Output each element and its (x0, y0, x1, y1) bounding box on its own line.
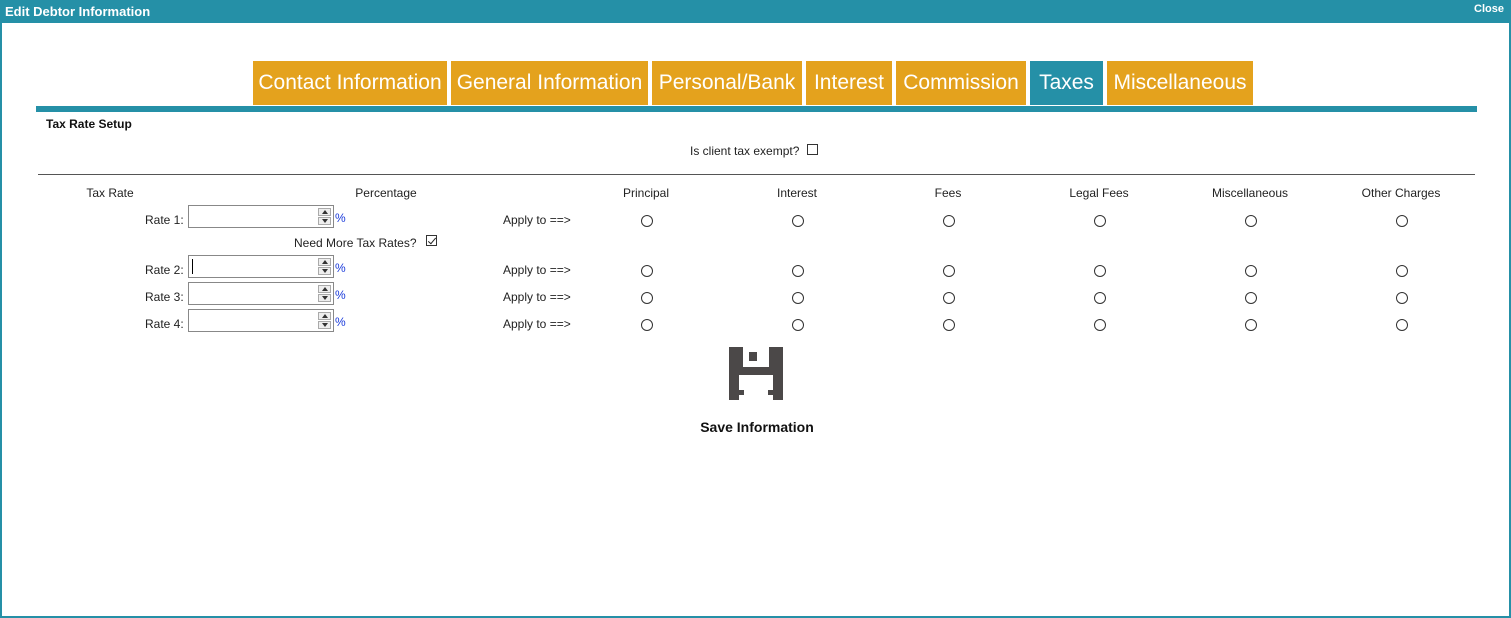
title-bar: Edit Debtor Information Close (2, 0, 1511, 23)
spin-down-icon[interactable] (318, 321, 331, 329)
rate-1-other-charges-radio[interactable] (1396, 215, 1408, 227)
header-tax-rate: Tax Rate (86, 186, 134, 200)
rate-1-miscellaneous-radio[interactable] (1245, 215, 1257, 227)
spin-up-icon[interactable] (318, 208, 331, 216)
rate-4-interest-radio[interactable] (792, 319, 804, 331)
rate-3-fees-radio[interactable] (943, 292, 955, 304)
rate-2-interest-radio[interactable] (792, 265, 804, 277)
text-cursor (192, 259, 193, 274)
rate-4-input[interactable] (188, 309, 334, 332)
tab-commission[interactable]: Commission (896, 61, 1026, 105)
rate-3-unit: % (335, 288, 346, 302)
window-title: Edit Debtor Information (5, 4, 151, 19)
tab-personal-bank[interactable]: Personal/Bank (652, 61, 802, 105)
rate-1-stepper[interactable] (318, 208, 331, 225)
rate-3-apply-label: Apply to ==> (503, 290, 571, 304)
spin-up-icon[interactable] (318, 285, 331, 293)
tab-contact-information[interactable]: Contact Information (253, 61, 447, 105)
rate-2-miscellaneous-radio[interactable] (1245, 265, 1257, 277)
tab-underline (36, 106, 1477, 112)
header-other-charges: Other Charges (1361, 186, 1441, 200)
header-principal: Principal (622, 186, 670, 200)
rate-3-legal-fees-radio[interactable] (1094, 292, 1106, 304)
close-button[interactable]: Close (1474, 3, 1504, 15)
rate-1-unit: % (335, 211, 346, 225)
rate-1-apply-label: Apply to ==> (503, 213, 571, 227)
spin-down-icon[interactable] (318, 294, 331, 302)
tab-general-information[interactable]: General Information (451, 61, 648, 105)
rate-4-unit: % (335, 315, 346, 329)
rate-1-principal-radio[interactable] (641, 215, 653, 227)
rate-1-fees-radio[interactable] (943, 215, 955, 227)
tab-interest[interactable]: Interest (806, 61, 892, 105)
rate-3-principal-radio[interactable] (641, 292, 653, 304)
rate-3-input[interactable] (188, 282, 334, 305)
rate-4-apply-label: Apply to ==> (503, 317, 571, 331)
spin-up-icon[interactable] (318, 258, 331, 266)
rate-3-stepper[interactable] (318, 285, 331, 302)
rate-2-other-charges-radio[interactable] (1396, 265, 1408, 277)
header-percentage: Percentage (355, 186, 417, 200)
rate-1-label: Rate 1: (145, 213, 184, 227)
rate-3-miscellaneous-radio[interactable] (1245, 292, 1257, 304)
rate-2-input[interactable] (188, 255, 334, 278)
spin-down-icon[interactable] (318, 267, 331, 275)
spin-down-icon[interactable] (318, 217, 331, 225)
header-miscellaneous: Miscellaneous (1211, 186, 1289, 200)
header-legal-fees: Legal Fees (1069, 186, 1129, 200)
rate-2-stepper[interactable] (318, 258, 331, 275)
rate-4-miscellaneous-radio[interactable] (1245, 319, 1257, 331)
rate-1-interest-radio[interactable] (792, 215, 804, 227)
rate-2-legal-fees-radio[interactable] (1094, 265, 1106, 277)
tax-exempt-label: Is client tax exempt? (690, 144, 800, 158)
rate-4-label: Rate 4: (145, 317, 184, 331)
rate-2-unit: % (335, 261, 346, 275)
need-more-checkbox[interactable] (426, 235, 437, 246)
save-information-button[interactable]: Save Information (700, 419, 814, 435)
tax-exempt-checkbox[interactable] (807, 144, 818, 155)
rate-2-label: Rate 2: (145, 263, 184, 277)
rate-4-fees-radio[interactable] (943, 319, 955, 331)
spin-up-icon[interactable] (318, 312, 331, 320)
rate-4-stepper[interactable] (318, 312, 331, 329)
header-interest: Interest (776, 186, 818, 200)
divider (38, 174, 1475, 175)
header-fees: Fees (934, 186, 962, 200)
section-title: Tax Rate Setup (46, 117, 132, 131)
rate-4-other-charges-radio[interactable] (1396, 319, 1408, 331)
rate-3-other-charges-radio[interactable] (1396, 292, 1408, 304)
rate-1-input[interactable] (188, 205, 334, 228)
rate-2-principal-radio[interactable] (641, 265, 653, 277)
tab-miscellaneous[interactable]: Miscellaneous (1107, 61, 1253, 105)
rate-3-label: Rate 3: (145, 290, 184, 304)
rate-4-legal-fees-radio[interactable] (1094, 319, 1106, 331)
rate-3-interest-radio[interactable] (792, 292, 804, 304)
tab-taxes[interactable]: Taxes (1030, 61, 1103, 105)
rate-1-legal-fees-radio[interactable] (1094, 215, 1106, 227)
need-more-label: Need More Tax Rates? (294, 236, 417, 250)
edit-debtor-window: Edit Debtor Information Close Contact In… (0, 0, 1511, 618)
rate-2-apply-label: Apply to ==> (503, 263, 571, 277)
save-icon[interactable] (729, 347, 783, 400)
rate-2-fees-radio[interactable] (943, 265, 955, 277)
rate-4-principal-radio[interactable] (641, 319, 653, 331)
